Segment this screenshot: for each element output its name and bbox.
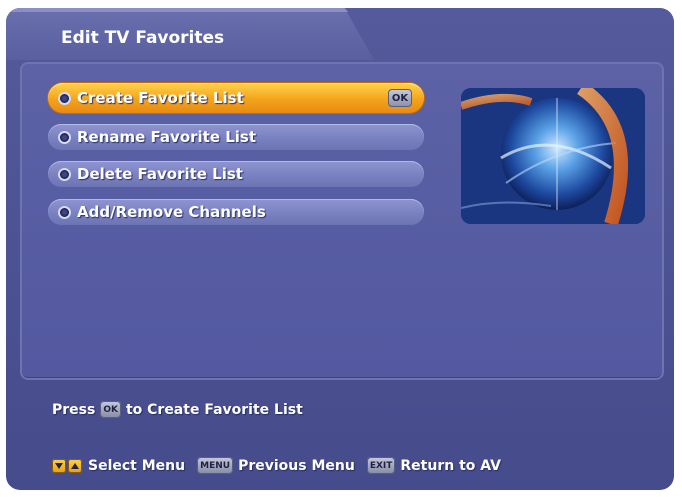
return-to-av-label: Return to AV xyxy=(400,457,501,474)
hint-line: Press OK to Create Favorite List xyxy=(52,401,303,418)
menu-item-label: Add/Remove Channels xyxy=(77,203,266,221)
arrow-up-icon xyxy=(68,458,82,473)
bullet-icon xyxy=(58,205,71,219)
ok-key-icon: OK xyxy=(100,401,121,418)
select-menu-label: Select Menu xyxy=(88,457,186,474)
bullet-icon xyxy=(58,91,71,105)
bullet-icon xyxy=(58,167,71,181)
menu-item-label: Create Favorite List xyxy=(77,89,244,107)
title-tab-highlight xyxy=(6,8,349,12)
footer-legend: Select Menu MENU Previous Menu EXIT Retu… xyxy=(52,457,501,474)
menu-item-create-favorite-list[interactable]: Create Favorite List OK xyxy=(48,83,424,113)
previous-menu-label: Previous Menu xyxy=(238,457,355,474)
menu-item-rename-favorite-list[interactable]: Rename Favorite List xyxy=(48,124,424,150)
hint-prefix: Press xyxy=(52,401,96,418)
tv-menu-screen: Edit TV Favorites Create Favorite List O… xyxy=(6,8,674,490)
menu-item-delete-favorite-list[interactable]: Delete Favorite List xyxy=(48,161,424,187)
page-title: Edit TV Favorites xyxy=(61,28,225,48)
channel-preview-image xyxy=(461,88,645,224)
ok-key-icon: OK xyxy=(388,89,412,107)
menu-key-icon: MENU xyxy=(197,457,234,474)
menu-item-label: Delete Favorite List xyxy=(77,165,243,183)
hint-suffix: to Create Favorite List xyxy=(125,401,303,418)
menu-item-label: Rename Favorite List xyxy=(77,128,257,146)
bullet-icon xyxy=(58,130,71,144)
arrow-down-icon xyxy=(52,458,66,473)
globe-graphic xyxy=(461,88,645,224)
menu-item-add-remove-channels[interactable]: Add/Remove Channels xyxy=(48,199,424,225)
exit-key-icon: EXIT xyxy=(366,457,396,474)
